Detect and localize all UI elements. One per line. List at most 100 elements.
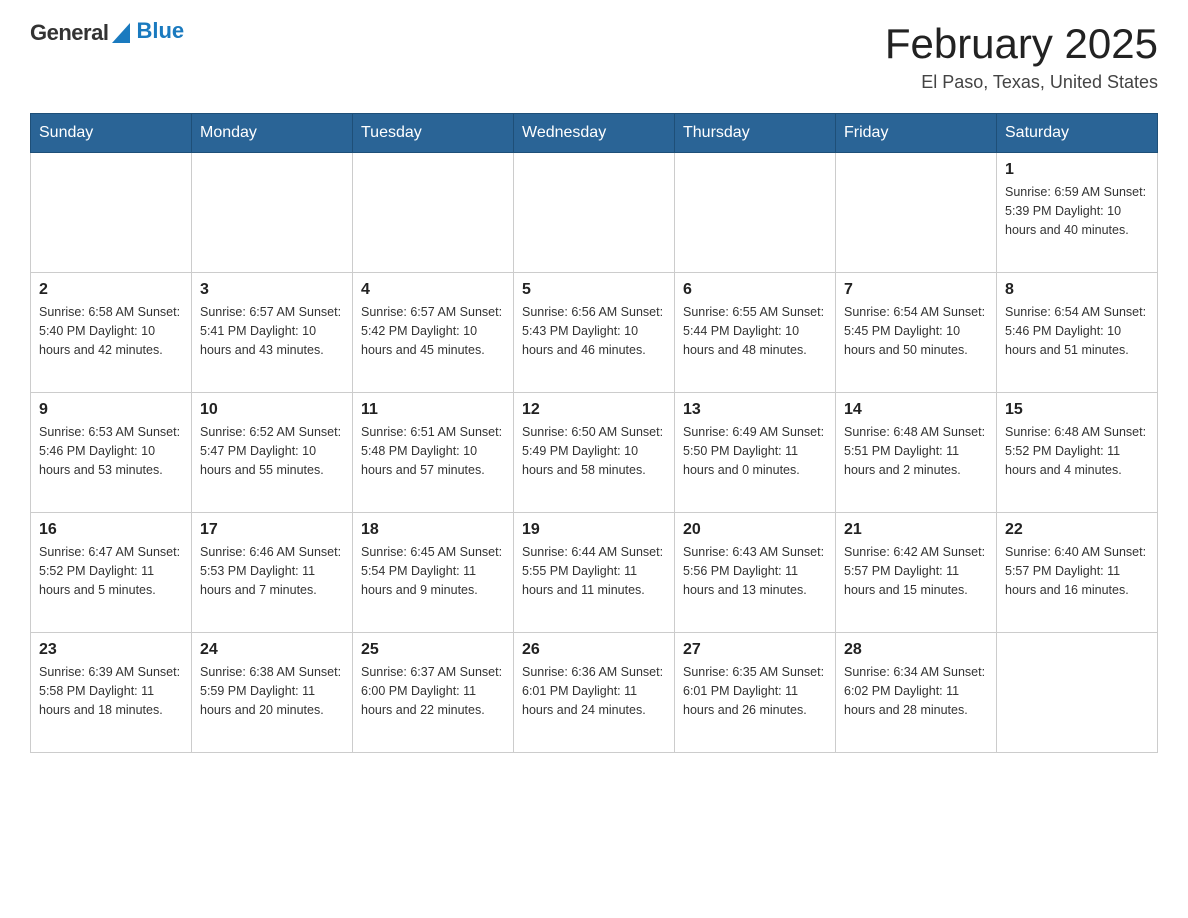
table-row: 15 Sunrise: 6:48 AM Sunset: 5:52 PM Dayli… [997,393,1158,513]
day-number: 14 [844,401,988,419]
day-info: Sunrise: 6:48 AM Sunset: 5:52 PM Dayligh… [1005,423,1149,479]
table-row: 25Sunrise: 6:37 AM Sunset: 6:00 PM Dayli… [353,633,514,753]
title-block: February 2025 El Paso, Texas, United Sta… [885,20,1158,93]
table-row: 17 Sunrise: 6:46 AM Sunset: 5:53 PM Dayli… [192,513,353,633]
table-row [997,633,1158,753]
day-info: Sunrise: 6:45 AM Sunset: 5:54 PM Dayligh… [361,543,505,599]
day-info: Sunrise: 6:50 AM Sunset: 5:49 PM Dayligh… [522,423,666,479]
table-row: 19Sunrise: 6:44 AM Sunset: 5:55 PM Dayli… [514,513,675,633]
day-number: 17 [200,521,344,539]
table-row: 26Sunrise: 6:36 AM Sunset: 6:01 PM Dayli… [514,633,675,753]
table-row: 2 Sunrise: 6:58 AM Sunset: 5:40 PM Daylig… [31,273,192,393]
day-info: Sunrise: 6:55 AM Sunset: 5:44 PM Dayligh… [683,303,827,359]
day-info: Sunrise: 6:58 AM Sunset: 5:40 PM Dayligh… [39,303,183,359]
col-sunday: Sunday [31,114,192,153]
table-row: 21 Sunrise: 6:42 AM Sunset: 5:57 PM Dayli… [836,513,997,633]
calendar-week-row: 2 Sunrise: 6:58 AM Sunset: 5:40 PM Daylig… [31,273,1158,393]
table-row [353,153,514,273]
day-number: 21 [844,521,988,539]
day-number: 28 [844,641,988,659]
day-info: Sunrise: 6:37 AM Sunset: 6:00 PM Dayligh… [361,663,505,719]
table-row [31,153,192,273]
day-number: 8 [1005,281,1149,299]
table-row [192,153,353,273]
table-row: 8 Sunrise: 6:54 AM Sunset: 5:46 PM Daylig… [997,273,1158,393]
day-info: Sunrise: 6:40 AM Sunset: 5:57 PM Dayligh… [1005,543,1149,599]
col-thursday: Thursday [675,114,836,153]
day-number: 13 [683,401,827,419]
day-info: Sunrise: 6:43 AM Sunset: 5:56 PM Dayligh… [683,543,827,599]
day-info: Sunrise: 6:48 AM Sunset: 5:51 PM Dayligh… [844,423,988,479]
day-info: Sunrise: 6:59 AM Sunset: 5:39 PM Dayligh… [1005,183,1149,239]
day-info: Sunrise: 6:36 AM Sunset: 6:01 PM Dayligh… [522,663,666,719]
table-row: 7 Sunrise: 6:54 AM Sunset: 5:45 PM Daylig… [836,273,997,393]
day-number: 3 [200,281,344,299]
table-row: 6 Sunrise: 6:55 AM Sunset: 5:44 PM Daylig… [675,273,836,393]
table-row: 4 Sunrise: 6:57 AM Sunset: 5:42 PM Daylig… [353,273,514,393]
day-number: 2 [39,281,183,299]
month-title: February 2025 [885,20,1158,68]
table-row: 10 Sunrise: 6:52 AM Sunset: 5:47 PM Dayli… [192,393,353,513]
day-number: 22 [1005,521,1149,539]
day-number: 20 [683,521,827,539]
location-subtitle: El Paso, Texas, United States [885,72,1158,93]
col-monday: Monday [192,114,353,153]
table-row: 1 Sunrise: 6:59 AM Sunset: 5:39 PM Daylig… [997,153,1158,273]
day-number: 23 [39,641,183,659]
table-row: 20 Sunrise: 6:43 AM Sunset: 5:56 PM Dayli… [675,513,836,633]
day-number: 1 [1005,161,1149,179]
table-row: 18Sunrise: 6:45 AM Sunset: 5:54 PM Dayli… [353,513,514,633]
day-info: Sunrise: 6:57 AM Sunset: 5:41 PM Dayligh… [200,303,344,359]
table-row [836,153,997,273]
col-tuesday: Tuesday [353,114,514,153]
table-row: 23 Sunrise: 6:39 AM Sunset: 5:58 PM Dayli… [31,633,192,753]
day-info: Sunrise: 6:51 AM Sunset: 5:48 PM Dayligh… [361,423,505,479]
day-number: 6 [683,281,827,299]
day-info: Sunrise: 6:57 AM Sunset: 5:42 PM Dayligh… [361,303,505,359]
table-row: 11 Sunrise: 6:51 AM Sunset: 5:48 PM Dayli… [353,393,514,513]
table-row: 27Sunrise: 6:35 AM Sunset: 6:01 PM Dayli… [675,633,836,753]
day-number: 24 [200,641,344,659]
col-friday: Friday [836,114,997,153]
day-number: 9 [39,401,183,419]
table-row: 16Sunrise: 6:47 AM Sunset: 5:52 PM Dayli… [31,513,192,633]
day-number: 10 [200,401,344,419]
table-row: 22 Sunrise: 6:40 AM Sunset: 5:57 PM Dayli… [997,513,1158,633]
table-row [675,153,836,273]
calendar-week-row: 1 Sunrise: 6:59 AM Sunset: 5:39 PM Daylig… [31,153,1158,273]
calendar-table: Sunday Monday Tuesday Wednesday Thursday… [30,113,1158,753]
day-number: 12 [522,401,666,419]
col-saturday: Saturday [997,114,1158,153]
day-number: 15 [1005,401,1149,419]
logo-triangle-icon [112,23,130,43]
table-row: 28 Sunrise: 6:34 AM Sunset: 6:02 PM Dayli… [836,633,997,753]
day-number: 7 [844,281,988,299]
day-info: Sunrise: 6:39 AM Sunset: 5:58 PM Dayligh… [39,663,183,719]
day-info: Sunrise: 6:56 AM Sunset: 5:43 PM Dayligh… [522,303,666,359]
day-number: 5 [522,281,666,299]
day-number: 4 [361,281,505,299]
day-info: Sunrise: 6:46 AM Sunset: 5:53 PM Dayligh… [200,543,344,599]
calendar-week-row: 16Sunrise: 6:47 AM Sunset: 5:52 PM Dayli… [31,513,1158,633]
day-info: Sunrise: 6:54 AM Sunset: 5:46 PM Dayligh… [1005,303,1149,359]
day-info: Sunrise: 6:53 AM Sunset: 5:46 PM Dayligh… [39,423,183,479]
day-info: Sunrise: 6:34 AM Sunset: 6:02 PM Dayligh… [844,663,988,719]
calendar-header-row: Sunday Monday Tuesday Wednesday Thursday… [31,114,1158,153]
day-number: 11 [361,401,505,419]
day-info: Sunrise: 6:49 AM Sunset: 5:50 PM Dayligh… [683,423,827,479]
calendar-week-row: 23 Sunrise: 6:39 AM Sunset: 5:58 PM Dayli… [31,633,1158,753]
day-number: 19 [522,521,666,539]
page-header: General Blue February 2025 El Paso, Texa… [30,20,1158,93]
table-row: 12 Sunrise: 6:50 AM Sunset: 5:49 PM Dayli… [514,393,675,513]
day-info: Sunrise: 6:38 AM Sunset: 5:59 PM Dayligh… [200,663,344,719]
table-row: 3 Sunrise: 6:57 AM Sunset: 5:41 PM Daylig… [192,273,353,393]
day-info: Sunrise: 6:52 AM Sunset: 5:47 PM Dayligh… [200,423,344,479]
table-row: 14 Sunrise: 6:48 AM Sunset: 5:51 PM Dayli… [836,393,997,513]
day-info: Sunrise: 6:54 AM Sunset: 5:45 PM Dayligh… [844,303,988,359]
table-row: 24 Sunrise: 6:38 AM Sunset: 5:59 PM Dayli… [192,633,353,753]
day-info: Sunrise: 6:35 AM Sunset: 6:01 PM Dayligh… [683,663,827,719]
table-row: 13 Sunrise: 6:49 AM Sunset: 5:50 PM Dayli… [675,393,836,513]
table-row: 9 Sunrise: 6:53 AM Sunset: 5:46 PM Daylig… [31,393,192,513]
day-info: Sunrise: 6:42 AM Sunset: 5:57 PM Dayligh… [844,543,988,599]
day-info: Sunrise: 6:47 AM Sunset: 5:52 PM Dayligh… [39,543,183,599]
